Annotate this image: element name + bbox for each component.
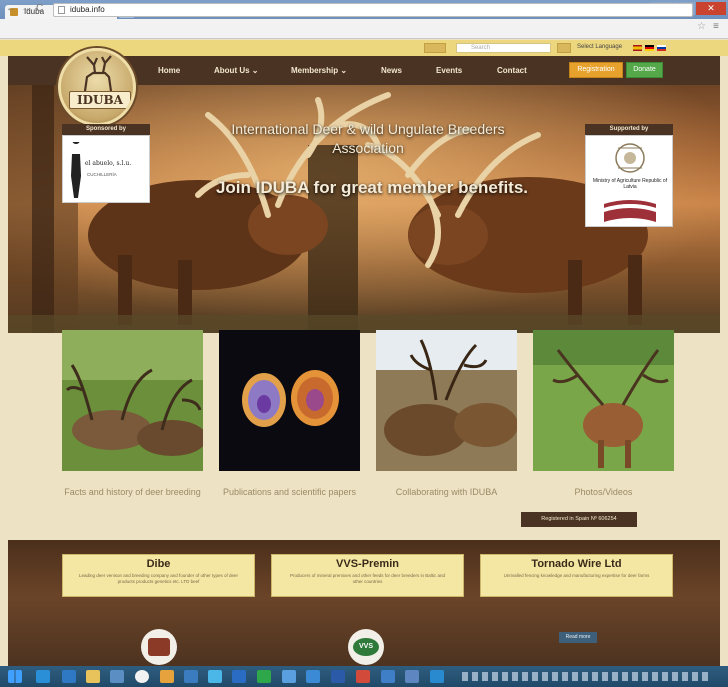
sponsor-left[interactable]: Sponsored by el abuelo, s.l.u. CUCHILLER… [62,124,150,214]
vvs-logo-text: VVS [353,638,379,656]
nav-contact[interactable]: Contact [497,56,527,85]
card-caption-collaborating[interactable]: Collaborating with IDUBA [376,484,517,500]
partner-logo-vvs[interactable]: VVS [348,629,384,665]
partner-logo-dibe[interactable] [141,629,177,665]
back-arrow-icon[interactable]: ← [6,3,16,14]
taskbar-app-icon[interactable] [356,670,370,683]
taskbar-app-icon[interactable] [405,670,419,683]
card-caption-publications[interactable]: Publications and scientific papers [219,484,360,500]
read-more-button[interactable]: Read more [559,632,597,643]
nav-about-us[interactable]: About Us ⌄ [214,56,258,85]
sponsor-header: Sponsored by [62,124,150,135]
forward-arrow-icon[interactable]: → [21,3,31,14]
taskbar-app-icon[interactable] [306,670,320,683]
chrome-icon[interactable] [135,670,149,683]
windows-start-icon[interactable] [8,670,22,683]
taskbar-app-icon[interactable] [232,670,246,683]
taskbar-app-icon[interactable] [184,670,198,683]
supporter-header: Supported by [585,124,673,135]
close-window-button[interactable]: ✕ [696,2,726,15]
bookmark-star-icon[interactable]: ☆ [697,21,706,32]
partner-description: Producers of mineral premixes and other … [289,573,446,584]
site-search-input[interactable]: Search [456,43,551,53]
dibe-logo-icon [148,638,170,656]
partner-name: Dibe [146,558,171,570]
ministry-logo: Ministry of Agriculture Republic of Latv… [585,135,673,227]
registration-button[interactable]: Registration [569,62,623,78]
taskbar-app-icon[interactable] [160,670,174,683]
card-caption-facts[interactable]: Facts and history of deer breeding [62,484,203,500]
card-caption-photos[interactable]: Photos/Videos [533,484,674,500]
login-button[interactable] [424,43,446,53]
taskbar-app-icon[interactable] [282,670,296,683]
partner-description: Leading deer venison and breeding compan… [78,573,239,584]
system-tray[interactable] [462,672,712,681]
flag-russia-icon[interactable] [657,45,666,51]
card-image-trophy-stag[interactable] [533,330,674,471]
taskbar-app-icon[interactable] [257,670,271,683]
file-explorer-icon[interactable] [86,670,100,683]
address-bar-row [0,19,728,39]
url-field[interactable]: iduba.info [53,3,693,17]
partner-card-dibe[interactable]: Dibe Leading deer venison and breeding c… [62,554,255,597]
taskbar-app-icon[interactable] [110,670,124,683]
card-image-antler-sections[interactable] [219,330,360,471]
hero-subtitle[interactable]: Join IDUBA for great member benefits. [204,178,540,198]
taskbar-app-icon[interactable] [430,670,444,683]
nav-news[interactable]: News [381,56,402,85]
card-image-stag-herd[interactable] [376,330,517,471]
taskbar-app-icon[interactable] [331,670,345,683]
search-taskbar-icon[interactable] [36,670,50,683]
taskbar-app-icon[interactable] [381,670,395,683]
sponsor-logo-text: el abuelo, s.l.u. [85,160,132,167]
sponsor-logo-sub: CUCHILLERÍA [87,172,117,177]
taskbar-app-icon[interactable] [208,670,222,683]
ie-icon[interactable] [62,670,76,683]
deer-silhouette-icon [83,55,113,92]
url-text: iduba.info [70,5,105,14]
page-icon [58,6,65,14]
search-go-button[interactable] [557,43,571,53]
flag-spain-icon[interactable] [633,45,642,51]
partner-name: Tornado Wire Ltd [531,558,622,570]
nav-membership[interactable]: Membership ⌄ [291,56,347,85]
latvia-crest-icon [615,143,645,173]
iduba-logo[interactable]: IDUBA [58,48,136,126]
registered-badge: Registered in Spain Nº 606254 [521,512,637,527]
partner-card-vvs-premin[interactable]: VVS-Premin Producers of mineral premixes… [271,554,464,597]
browser-menu-icon[interactable]: ≡ [713,21,719,32]
ministry-logo-text: Ministry of Agriculture Republic of Latv… [592,178,668,190]
donate-button[interactable]: Donate [626,62,663,78]
language-selector[interactable]: Select Language [577,44,622,50]
card-image-deer-herd[interactable] [62,330,203,471]
latvian-flag-icon [604,200,656,222]
figure-silhouette-icon [71,142,81,198]
partner-card-tornado-wire[interactable]: Tornado Wire Ltd Unrivalled fencing know… [480,554,673,597]
nav-events[interactable]: Events [436,56,462,85]
sponsor-logo-el-abuelo: el abuelo, s.l.u. CUCHILLERÍA [62,135,150,203]
sponsor-right[interactable]: Supported by Ministry of Agriculture Rep… [585,124,673,236]
partner-name: VVS-Premin [336,558,399,570]
hero-title: International Deer & wild Ungulate Breed… [231,121,505,156]
nav-home[interactable]: Home [158,56,180,85]
logo-text: IDUBA [69,91,131,109]
flag-germany-icon[interactable] [645,45,654,51]
reload-icon[interactable]: C [36,3,43,14]
partner-description: Unrivalled fencing knowledge and manufac… [503,573,650,578]
